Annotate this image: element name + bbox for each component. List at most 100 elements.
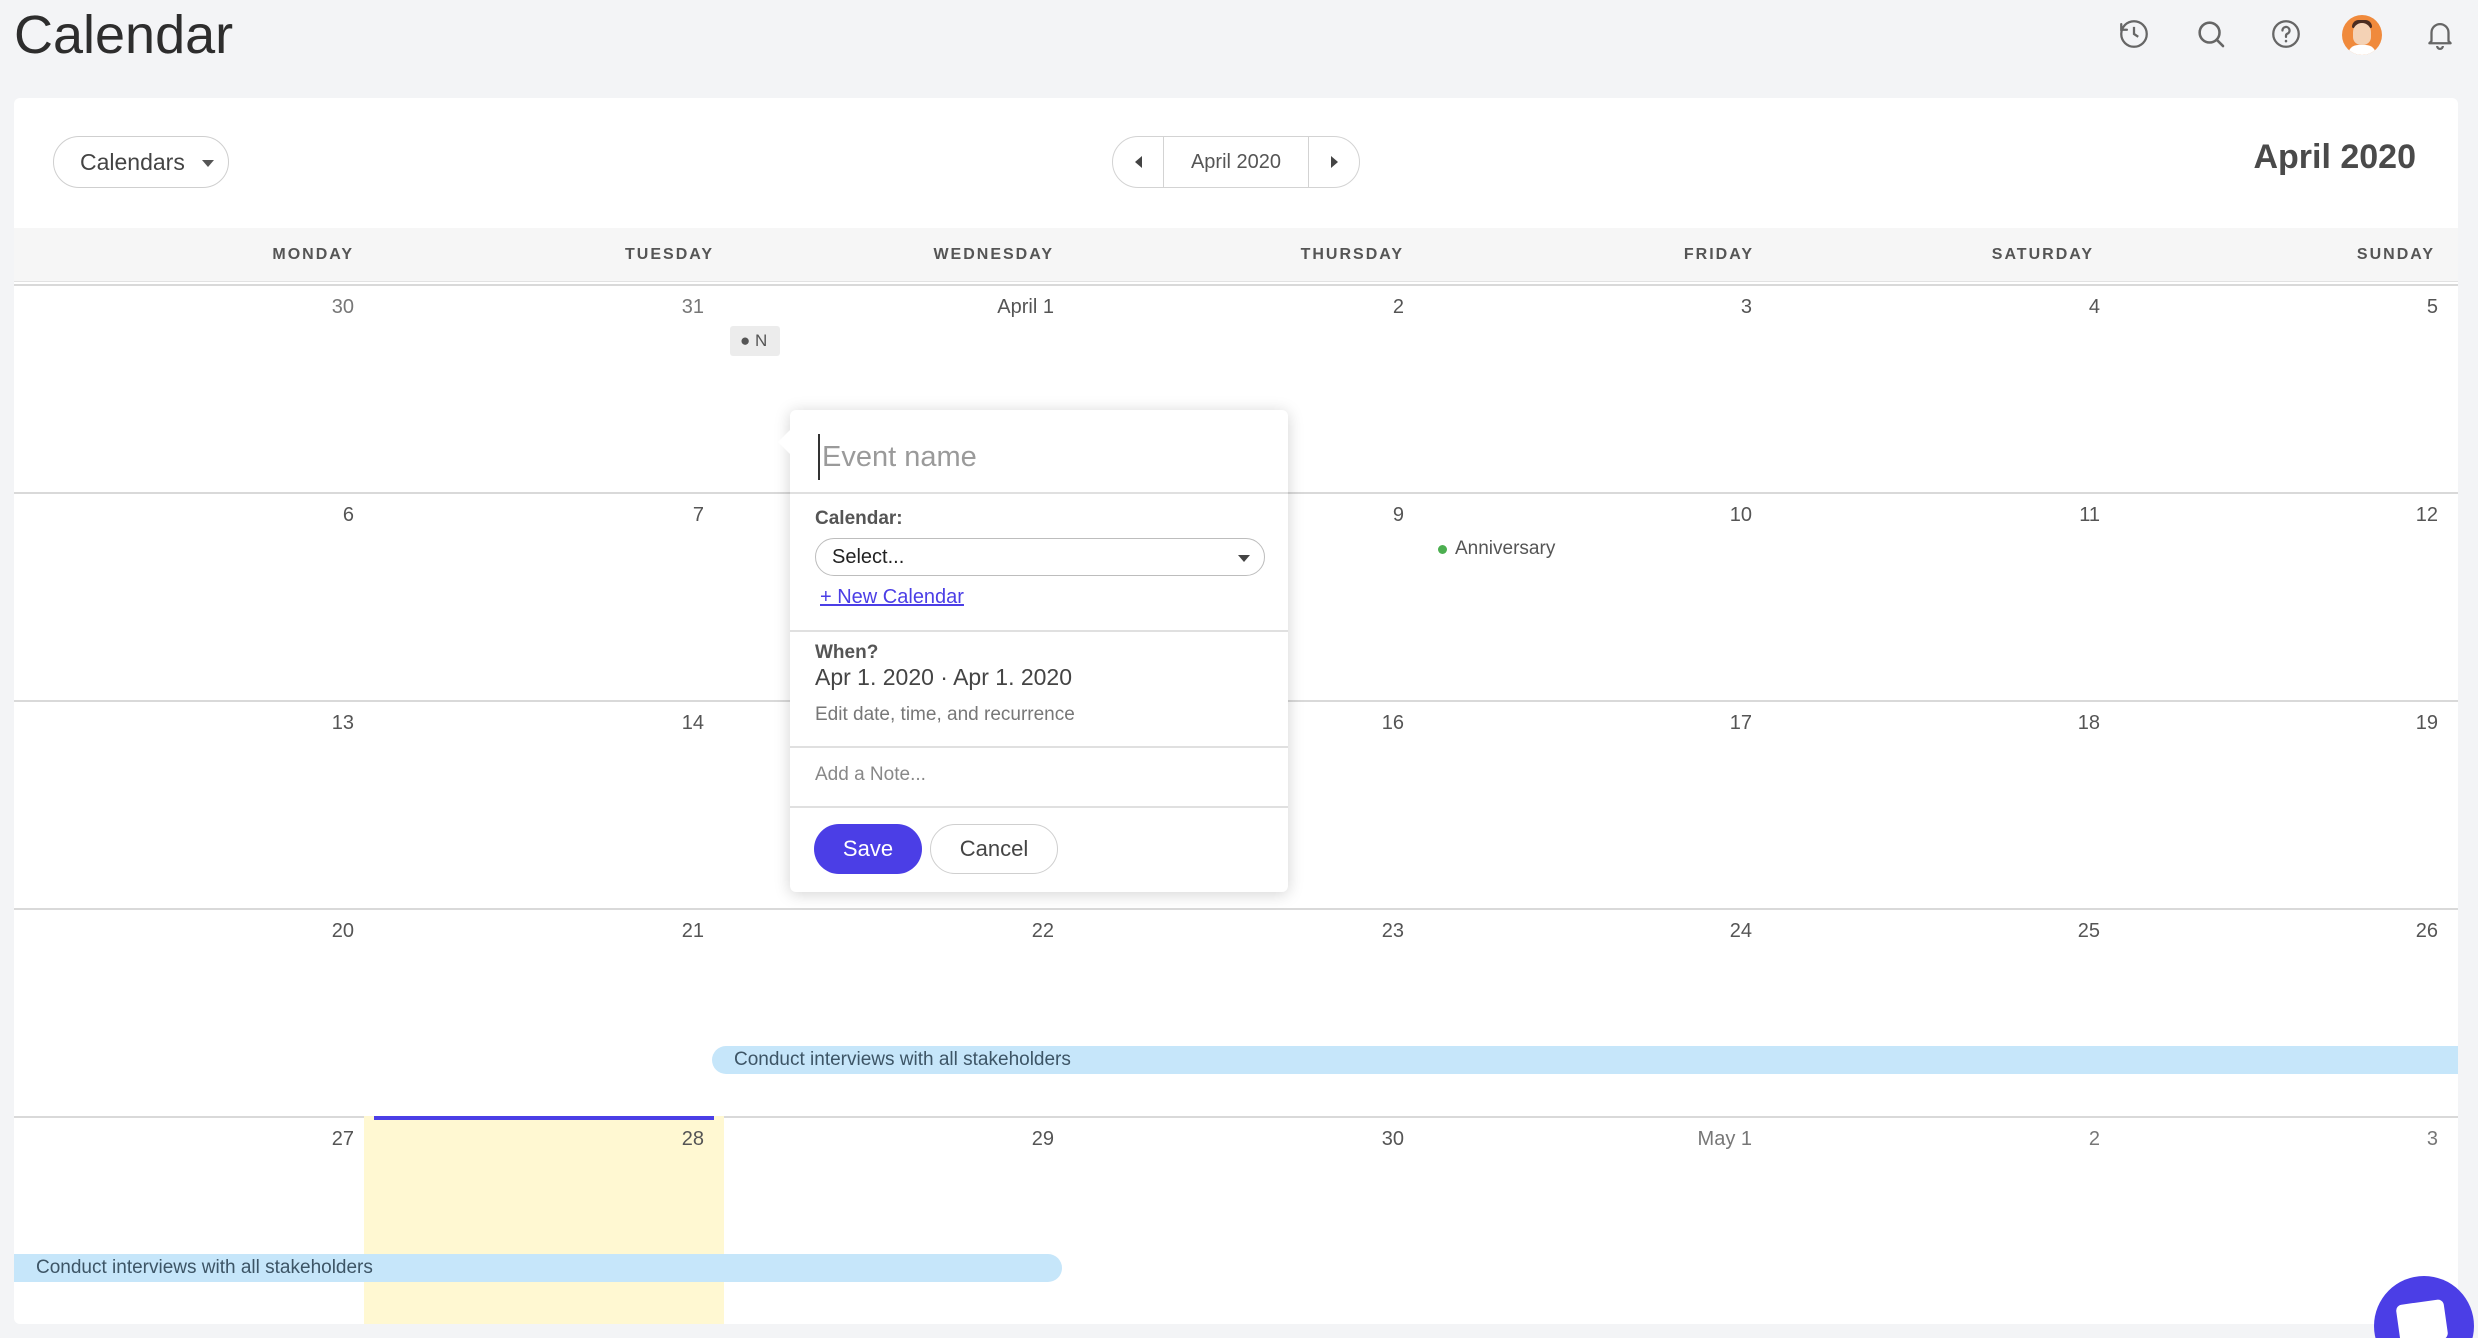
day-number: 22 [1031,920,1054,942]
day-number: 9 [1392,504,1404,526]
day-number: 25 [2077,920,2100,942]
help-icon[interactable] [2266,14,2306,54]
bell-icon[interactable] [2420,14,2460,54]
calendars-dropdown-label: Calendars [80,148,185,175]
day-number: 10 [1729,504,1752,526]
day-cell[interactable]: 23 [1074,908,1424,1116]
day-number: 6 [342,504,354,526]
day-cell[interactable]: 13 [14,700,374,908]
cancel-button[interactable]: Cancel [930,824,1058,874]
day-cell[interactable]: 12 [2120,492,2458,700]
day-number: 14 [681,712,704,734]
day-cell[interactable]: May 1 [1424,1116,1772,1324]
day-number: 17 [1729,712,1752,734]
month-navigator: April 2020 [1112,136,1360,188]
edit-date-link[interactable]: Edit date, time, and recurrence [815,704,1075,726]
day-cell[interactable]: 25 [1772,908,2120,1116]
day-number: 3 [2426,1128,2438,1150]
day-cell[interactable]: 27 [14,1116,374,1324]
day-number: 23 [1381,920,1404,942]
day-cell[interactable]: 21 [374,908,724,1116]
day-number: 27 [331,1128,354,1150]
day-number: May 1 [1697,1128,1752,1150]
day-number: 30 [331,296,354,318]
day-number: April 1 [997,296,1054,318]
top-bar: Calendar [0,0,2478,80]
chevron-left-icon [1134,156,1142,168]
day-number: 21 [681,920,704,942]
event-interviews[interactable]: Conduct interviews with all stakeholders [14,1254,1062,1282]
day-number: 24 [1729,920,1752,942]
day-number: 11 [2079,504,2100,526]
day-cell[interactable]: 18 [1772,700,2120,908]
day-cell[interactable]: 26 [2120,908,2458,1116]
day-cell[interactable]: 2 [1772,1116,2120,1324]
day-cell[interactable]: 6 [14,492,374,700]
when-label: When? [815,642,879,663]
day-cell[interactable]: 5 [2120,284,2458,492]
day-number: 29 [1031,1128,1054,1150]
day-number: 3 [1740,296,1752,318]
search-icon[interactable] [2191,14,2231,54]
day-cell[interactable]: 19 [2120,700,2458,908]
event-name-input[interactable] [818,434,1258,480]
day-cell[interactable]: 20 [14,908,374,1116]
avatar[interactable] [2342,15,2382,55]
day-number: 7 [692,504,704,526]
calendars-dropdown[interactable]: Calendars [53,136,229,188]
day-cell[interactable]: 31 [374,284,724,492]
day-number: 2 [1392,296,1404,318]
month-picker-button[interactable]: April 2020 [1163,137,1309,187]
history-icon[interactable] [2114,14,2154,54]
day-number: 31 [681,296,704,318]
day-number: 19 [2415,712,2438,734]
calendar-card: Calendars April 2020 April 2020 MONDAY T… [14,98,2458,1324]
next-month-button[interactable] [1309,137,1359,187]
day-number: 18 [2077,712,2100,734]
day-cell[interactable]: 30 [14,284,374,492]
calendar-select[interactable]: Select... [815,538,1265,576]
new-calendar-link[interactable]: + New Calendar [820,586,964,609]
day-number: 4 [2088,296,2100,318]
day-cell[interactable]: 11 [1772,492,2120,700]
day-number: 30 [1381,1128,1404,1150]
calendar-select-value: Select... [832,546,905,568]
day-number: 28 [681,1128,704,1150]
month-heading: April 2020 [2253,138,2416,176]
weekday-saturday: SATURDAY [1991,246,2094,263]
day-number: 12 [2415,504,2438,526]
day-number: 20 [331,920,354,942]
day-cell[interactable]: 7 [374,492,724,700]
day-cell[interactable]: 14 [374,700,724,908]
event-dot-icon [1438,544,1447,554]
weekday-friday: FRIDAY [1683,246,1754,263]
save-button[interactable]: Save [814,824,922,874]
day-cell[interactable]: 17 [1424,700,1772,908]
event-anniversary[interactable]: Anniversary [1438,538,1555,560]
event-chip-new[interactable]: ● N [730,326,780,356]
day-cell-today[interactable]: 28 [364,1116,724,1324]
day-cell[interactable]: 3 [1424,284,1772,492]
chevron-right-icon [1330,156,1338,168]
note-field[interactable]: Add a Note... [815,764,926,786]
weekday-thursday: THURSDAY [1300,246,1404,263]
new-event-popover: Calendar: Select... + New Calendar When?… [778,410,1288,892]
event-label: Anniversary [1455,538,1556,559]
day-number: 2 [2088,1128,2100,1150]
day-cell[interactable]: 10 [1424,492,1772,700]
day-number: 13 [331,712,354,734]
weekday-sunday: SUNDAY [2356,246,2435,263]
prev-month-button[interactable] [1113,137,1163,187]
day-number: 26 [2415,920,2438,942]
event-interviews[interactable]: Conduct interviews with all stakeholders [712,1046,2458,1074]
weekday-tuesday: TUESDAY [625,246,714,263]
day-cell[interactable]: 29 [724,1116,1074,1324]
day-cell[interactable]: 22 [724,908,1074,1116]
day-cell[interactable]: 4 [1772,284,2120,492]
chevron-down-icon [202,160,214,167]
day-number: 5 [2426,296,2438,318]
calendar-label: Calendar: [815,508,903,529]
chevron-down-icon [1238,555,1250,562]
day-cell[interactable]: 30 [1074,1116,1424,1324]
day-cell[interactable]: 24 [1424,908,1772,1116]
